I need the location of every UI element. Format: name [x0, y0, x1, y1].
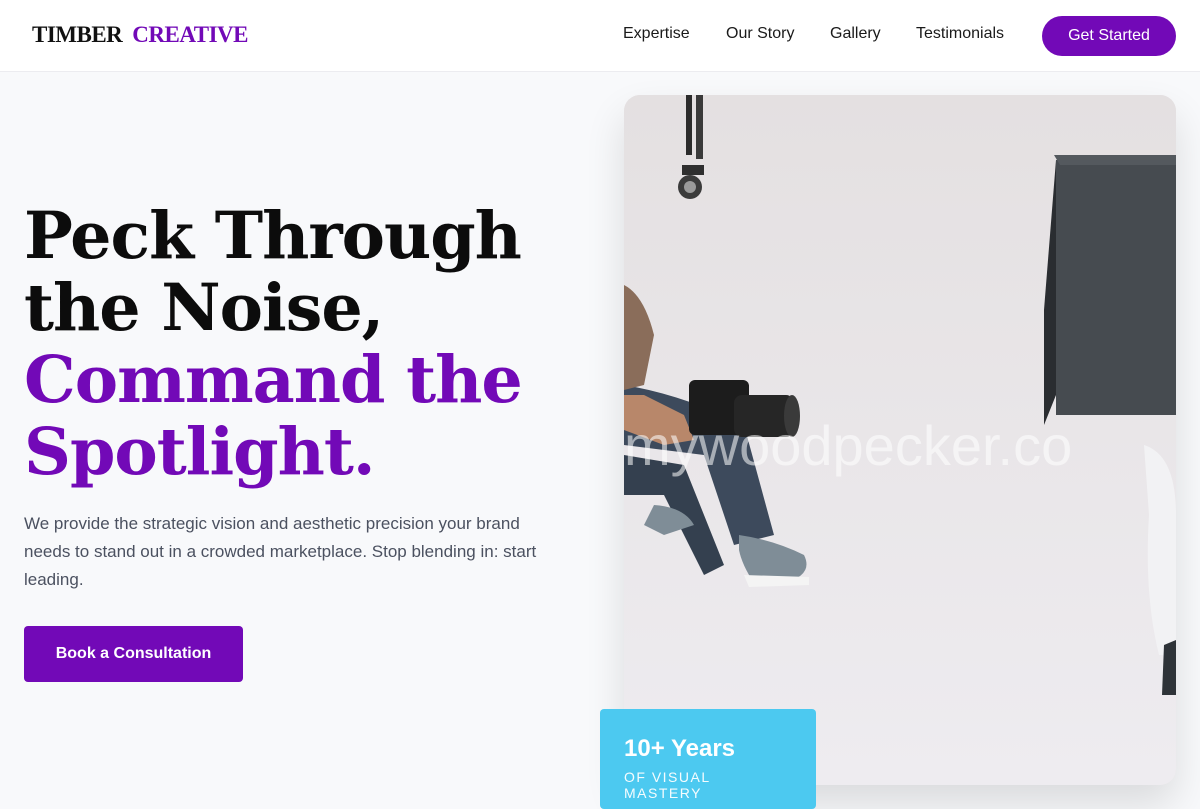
hero-title-line-1: Peck Through — [24, 198, 522, 274]
get-started-button[interactable]: Get Started — [1042, 16, 1176, 56]
hero-title-line-4: Spotlight. — [24, 414, 376, 490]
nav-link-expertise[interactable]: Expertise — [623, 25, 690, 43]
experience-badge: 10+ Years OF VISUAL MASTERY — [600, 709, 816, 809]
hero-title-line-2: the Noise, — [24, 270, 384, 346]
hero-photo: mywoodpecker.co — [624, 95, 1176, 785]
brand-word-timber: TIMBER — [32, 22, 123, 47]
brand-word-creative: CREATIVE — [132, 22, 249, 47]
top-navbar: TIMBER CREATIVE Expertise Our Story Galle… — [0, 0, 1200, 72]
nav-link-gallery[interactable]: Gallery — [830, 25, 881, 43]
hero-title-line-3: Command the — [24, 342, 523, 418]
watermark-text: mywoodpecker.co — [624, 414, 1072, 477]
hero-subtitle: We provide the strategic vision and aest… — [24, 514, 537, 589]
hero-title: Peck Through the Noise, Command the Spot… — [24, 200, 584, 488]
experience-value: 10+ Years — [624, 735, 736, 762]
photographer-illustration: mywoodpecker.co — [624, 95, 1176, 785]
nav-link-our-story[interactable]: Our Story — [726, 25, 794, 43]
brand-logo[interactable]: TIMBER CREATIVE — [32, 22, 249, 48]
experience-label: OF VISUAL MASTERY — [624, 769, 711, 801]
nav-link-testimonials[interactable]: Testimonials — [916, 25, 1004, 43]
book-consultation-button[interactable]: Book a Consultation — [24, 626, 243, 682]
